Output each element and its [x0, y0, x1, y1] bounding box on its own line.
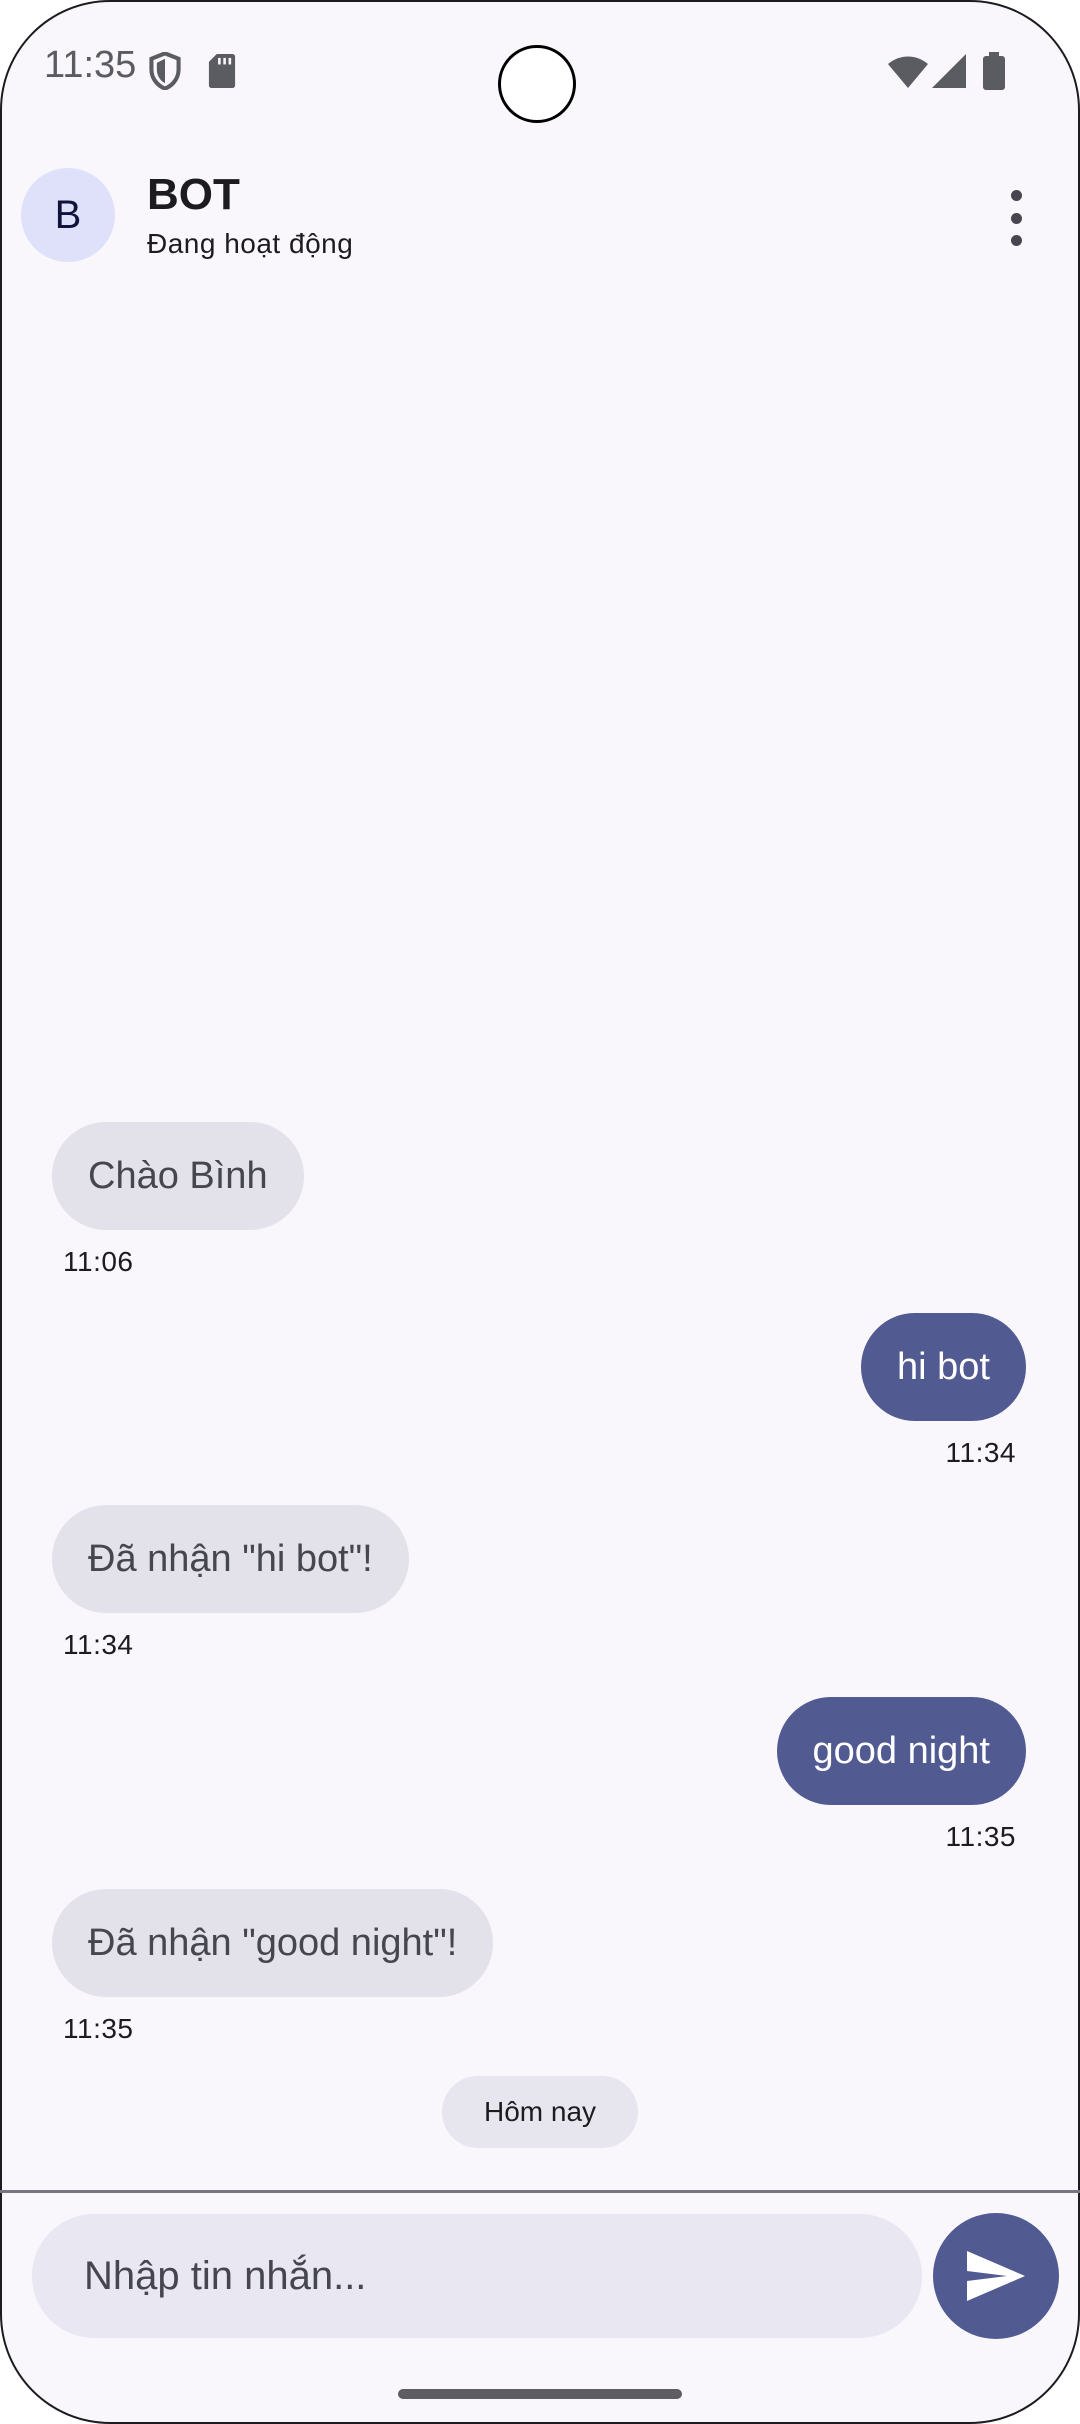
- avatar[interactable]: B: [21, 168, 115, 262]
- message-bubble-incoming[interactable]: Chào Bình: [52, 1122, 304, 1230]
- signal-icon: [932, 54, 966, 88]
- message-time: 11:35: [63, 2013, 134, 2044]
- front-camera: [498, 45, 576, 123]
- status-bar: 11:35: [0, 0, 1080, 140]
- message-time: 11:34: [945, 1437, 1016, 1468]
- wifi-icon: [888, 56, 928, 88]
- chat-status: Đang hoạt động: [147, 228, 354, 259]
- message-bubble-outgoing[interactable]: good night: [776, 1697, 1026, 1805]
- message-time: 11:06: [63, 1246, 134, 1277]
- message-time: 11:34: [63, 1629, 134, 1660]
- app-bar: B BOT Đang hoạt động: [0, 140, 1080, 290]
- message-bubble-incoming[interactable]: Đã nhận "good night"!: [52, 1889, 494, 1997]
- more-vert-icon[interactable]: [996, 190, 1036, 246]
- message-input[interactable]: Nhập tin nhắn...: [32, 2214, 922, 2338]
- send-icon: [967, 2251, 1025, 2301]
- chat-screen: 11:35 B BOT Đang hoạt động Chào Bình 11:…: [0, 0, 1080, 2424]
- message-bubble-outgoing[interactable]: hi bot: [861, 1313, 1026, 1421]
- battery-icon: [983, 52, 1005, 90]
- shield-icon: [149, 52, 181, 90]
- date-separator: Hôm nay: [442, 2076, 638, 2148]
- chat-title: BOT: [147, 170, 240, 219]
- sd-card-icon: [208, 54, 236, 88]
- send-button[interactable]: [933, 2213, 1059, 2339]
- message-time: 11:35: [945, 1821, 1016, 1852]
- composer-divider: [0, 2190, 1080, 2193]
- status-time: 11:35: [44, 44, 137, 86]
- message-bubble-incoming[interactable]: Đã nhận "hi bot"!: [52, 1505, 409, 1613]
- home-indicator[interactable]: [398, 2389, 682, 2399]
